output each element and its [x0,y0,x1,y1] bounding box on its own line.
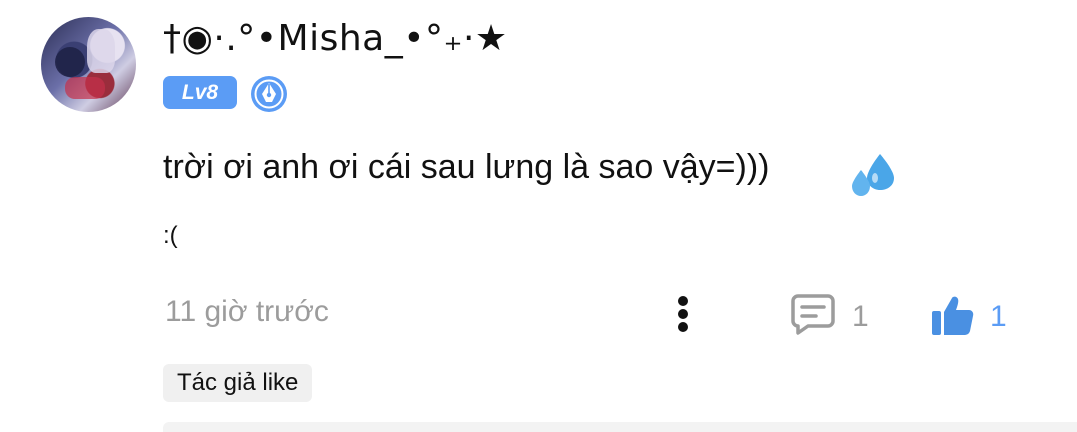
pen-nib-icon [251,76,287,112]
reply-count: 1 [852,300,869,333]
level-badge: Lv8 [163,76,237,109]
more-vertical-icon [678,309,688,319]
timestamp: 11 giờ trước [165,295,329,328]
more-vertical-icon [678,296,688,306]
comment-emote: :( [163,222,178,249]
comment-icon [791,294,835,335]
like-count: 1 [990,300,1007,333]
more-vertical-icon [678,322,688,332]
next-comment-edge [163,422,1077,432]
username[interactable]: †◉·.°•Misha_•°₊·★ [163,18,508,59]
avatar-figure [55,47,85,77]
thumbs-up-icon [932,296,974,335]
sweat-droplets-icon [852,154,894,196]
user-avatar[interactable] [41,17,136,112]
comment-text: trời ơi anh ơi cái sau lưng là sao vậy=)… [163,148,770,186]
avatar-figure [65,77,105,99]
author-like-tag: Tác giả like [163,364,313,402]
more-options-button[interactable] [670,292,696,336]
avatar-figure [87,29,115,73]
